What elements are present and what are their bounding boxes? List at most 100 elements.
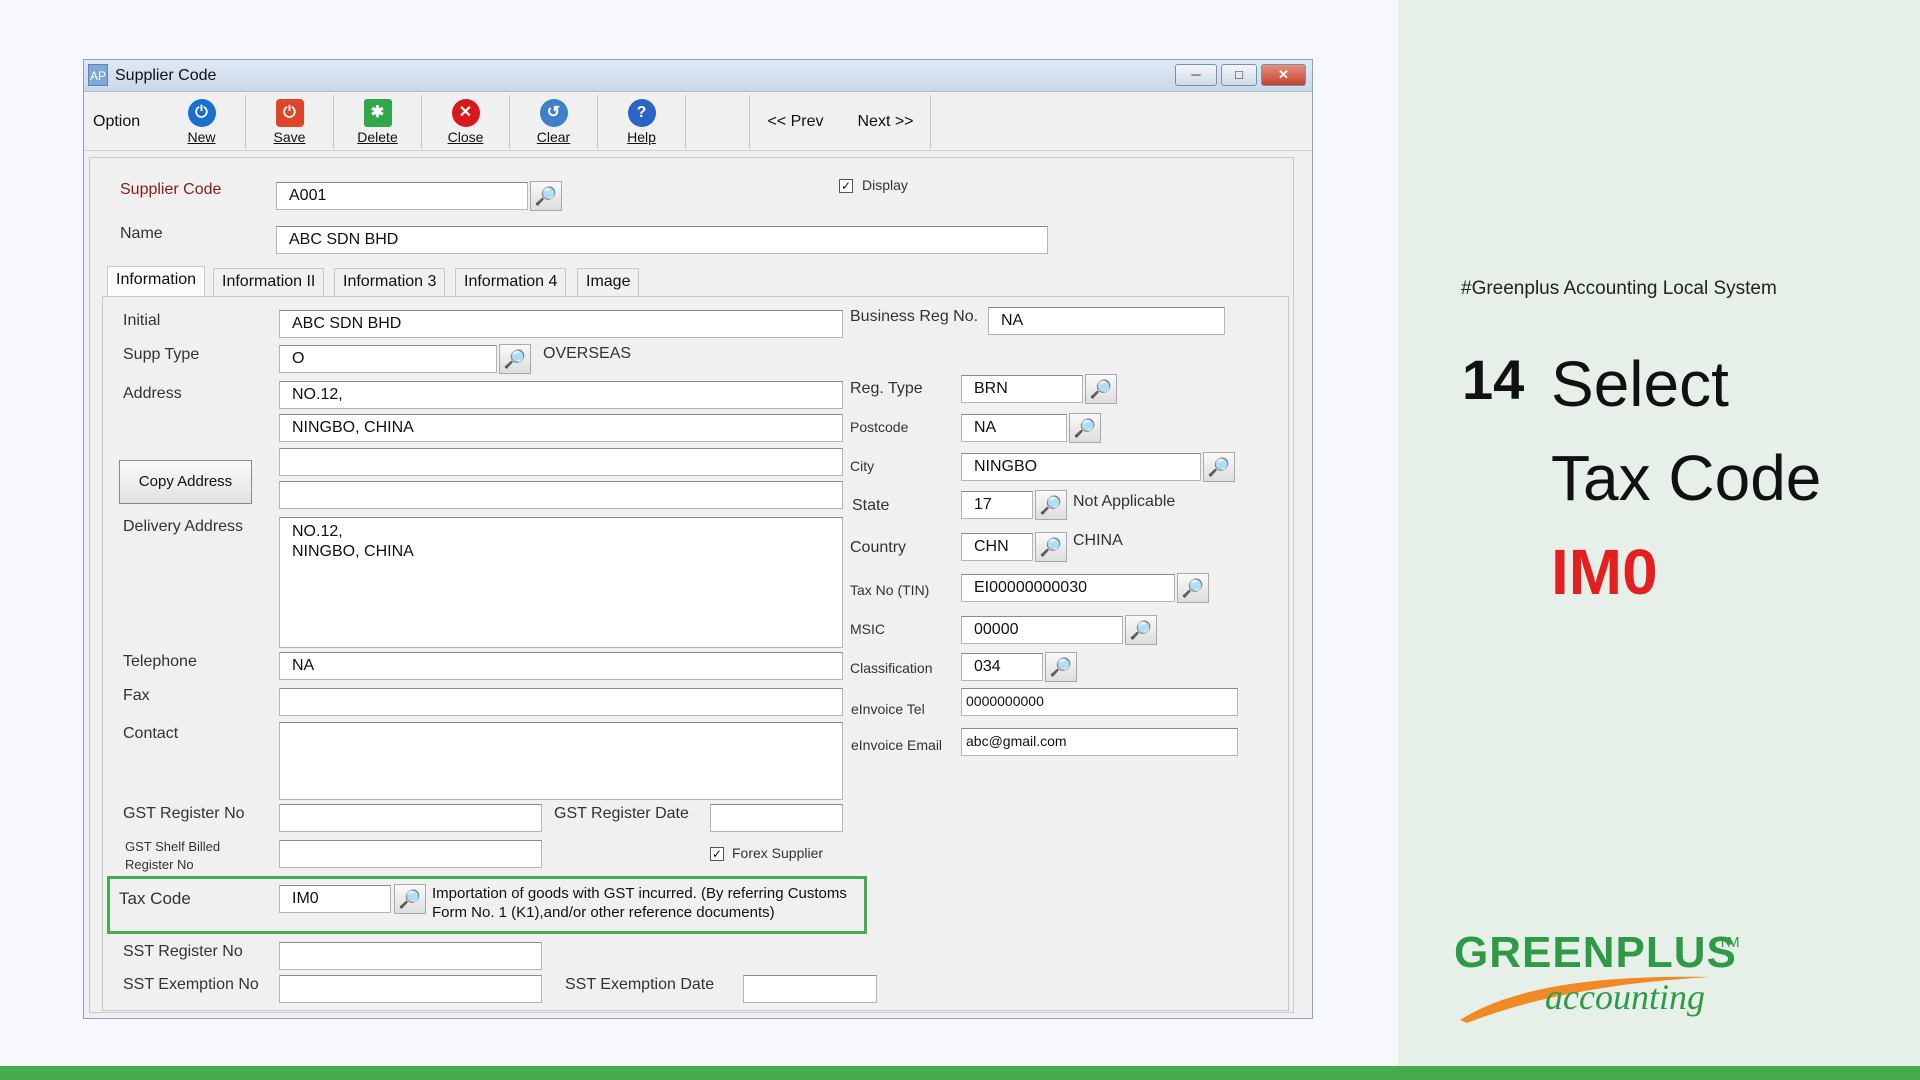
contact-input[interactable] xyxy=(279,722,843,800)
reg-type-input[interactable]: BRN xyxy=(961,375,1083,403)
supp-type-description: OVERSEAS xyxy=(543,345,632,362)
search-icon: 🔎 xyxy=(534,186,558,206)
einvoice-email-label: eInvoice Email xyxy=(851,737,943,753)
forex-supplier-checkbox[interactable]: ✓ xyxy=(710,847,724,861)
supplier-code-lookup-button[interactable]: 🔎 xyxy=(530,181,562,211)
address-line3-input[interactable] xyxy=(279,448,843,476)
title-bar[interactable]: AP Supplier Code ─ □ ✕ xyxy=(84,60,1312,92)
window-close-button[interactable]: ✕ xyxy=(1261,64,1306,86)
tax-no-input[interactable]: EI00000000030 xyxy=(961,574,1175,602)
contact-label: Contact xyxy=(123,725,179,742)
tab-information-ii[interactable]: Information II xyxy=(213,268,325,296)
sst-exemption-no-label: SST Exemption No xyxy=(123,976,259,993)
close-button[interactable]: ✕ Close xyxy=(422,95,510,149)
address-line2-input[interactable]: NINGBO, CHINA xyxy=(279,414,843,442)
new-button[interactable]: ⏻ New xyxy=(158,95,246,149)
tab-information-4[interactable]: Information 4 xyxy=(455,268,567,296)
reg-type-label: Reg. Type xyxy=(850,380,923,397)
close-icon: ✕ xyxy=(1278,67,1289,82)
help-button[interactable]: ? Help xyxy=(598,95,686,149)
gst-register-date-label: GST Register Date xyxy=(554,805,689,822)
step-number: 14 xyxy=(1462,348,1525,411)
business-reg-no-input[interactable]: NA xyxy=(988,307,1225,335)
postcode-input[interactable]: NA xyxy=(961,414,1067,442)
city-lookup-button[interactable]: 🔎 xyxy=(1203,452,1235,482)
tax-code-label: Tax Code xyxy=(119,889,191,908)
tab-information-3[interactable]: Information 3 xyxy=(334,268,446,296)
supplier-code-label: Supplier Code xyxy=(120,181,222,198)
forex-supplier-label: Forex Supplier xyxy=(732,845,824,861)
tax-code-lookup-button[interactable]: 🔎 xyxy=(394,884,426,914)
search-icon: 🔎 xyxy=(1039,537,1063,557)
window-title: Supplier Code xyxy=(115,67,217,84)
address-line4-input[interactable] xyxy=(279,481,843,509)
help-icon: ? xyxy=(627,99,656,127)
close-button-label: Close xyxy=(447,129,484,145)
classification-input[interactable]: 034 xyxy=(961,653,1043,681)
gst-register-no-input[interactable] xyxy=(279,804,542,832)
postcode-label: Postcode xyxy=(850,419,909,435)
tax-no-lookup-button[interactable]: 🔎 xyxy=(1177,573,1209,603)
minimize-button[interactable]: ─ xyxy=(1175,64,1217,86)
sst-register-no-input[interactable] xyxy=(279,942,542,970)
fax-label: Fax xyxy=(123,687,150,704)
state-label: State xyxy=(852,497,890,514)
postcode-lookup-button[interactable]: 🔎 xyxy=(1069,413,1101,443)
msic-lookup-button[interactable]: 🔎 xyxy=(1125,615,1157,645)
delivery-address-input[interactable]: NO.12, NINGBO, CHINA xyxy=(279,517,843,648)
msic-input[interactable]: 00000 xyxy=(961,616,1123,644)
tab-image[interactable]: Image xyxy=(577,268,640,296)
reg-type-lookup-button[interactable]: 🔎 xyxy=(1085,374,1117,404)
display-label: Display xyxy=(862,177,908,193)
maximize-button[interactable]: □ xyxy=(1221,64,1257,86)
save-button-label: Save xyxy=(273,129,306,145)
initial-label: Initial xyxy=(123,312,161,329)
display-checkbox[interactable]: ✓ xyxy=(839,179,853,193)
supp-type-input[interactable]: O xyxy=(279,345,497,373)
prev-button[interactable]: << Prev xyxy=(749,95,841,149)
tab-information[interactable]: Information xyxy=(107,266,206,296)
copy-address-button[interactable]: Copy Address xyxy=(119,460,252,504)
name-input[interactable]: ABC SDN BHD xyxy=(276,226,1048,254)
city-input[interactable]: NINGBO xyxy=(961,453,1201,481)
clear-icon: ↺ xyxy=(539,99,568,127)
minimize-icon: ─ xyxy=(1191,67,1201,82)
delivery-address-label: Delivery Address xyxy=(123,518,244,535)
country-input[interactable]: CHN xyxy=(961,533,1033,561)
option-label: Option xyxy=(93,113,141,130)
tax-no-label: Tax No (TIN) xyxy=(850,582,930,598)
step-text-line2: Tax Code xyxy=(1551,442,1822,514)
sst-exemption-date-input[interactable] xyxy=(743,975,877,1003)
fax-input[interactable] xyxy=(279,688,843,716)
initial-input[interactable]: ABC SDN BHD xyxy=(279,310,843,338)
save-icon: ⏻ xyxy=(275,99,304,127)
sst-exemption-no-input[interactable] xyxy=(279,975,542,1003)
search-icon: 🔎 xyxy=(1089,379,1113,399)
country-lookup-button[interactable]: 🔎 xyxy=(1035,532,1067,562)
city-label: City xyxy=(850,458,875,474)
address-line1-input[interactable]: NO.12, xyxy=(279,381,843,409)
state-lookup-button[interactable]: 🔎 xyxy=(1035,490,1067,520)
country-description: CHINA xyxy=(1073,532,1123,549)
hashtag-text: #Greenplus Accounting Local System xyxy=(1461,278,1777,299)
supp-type-lookup-button[interactable]: 🔎 xyxy=(499,344,531,374)
state-input[interactable]: 17 xyxy=(961,491,1033,519)
gst-shelf-register-no-input[interactable] xyxy=(279,840,542,868)
supplier-code-input[interactable]: A001 xyxy=(276,182,528,210)
gst-register-date-input[interactable] xyxy=(710,804,843,832)
save-button[interactable]: ⏻ Save xyxy=(246,95,334,149)
einvoice-tel-input[interactable]: 0000000000 xyxy=(961,688,1238,716)
next-button[interactable]: Next >> xyxy=(841,95,931,149)
delete-button[interactable]: ✱ Delete xyxy=(334,95,422,149)
search-icon: 🔎 xyxy=(1129,620,1153,640)
delete-icon: ✱ xyxy=(363,99,392,127)
einvoice-email-input[interactable]: abc@gmail.com xyxy=(961,728,1238,756)
clear-button-label: Clear xyxy=(536,129,571,145)
search-icon: 🔎 xyxy=(1073,418,1097,438)
classification-lookup-button[interactable]: 🔎 xyxy=(1045,652,1077,682)
country-label: Country xyxy=(850,539,907,556)
tax-code-input[interactable]: IM0 xyxy=(279,885,391,913)
clear-button[interactable]: ↺ Clear xyxy=(510,95,598,149)
sst-register-no-label: SST Register No xyxy=(123,943,243,960)
telephone-input[interactable]: NA xyxy=(279,652,843,680)
